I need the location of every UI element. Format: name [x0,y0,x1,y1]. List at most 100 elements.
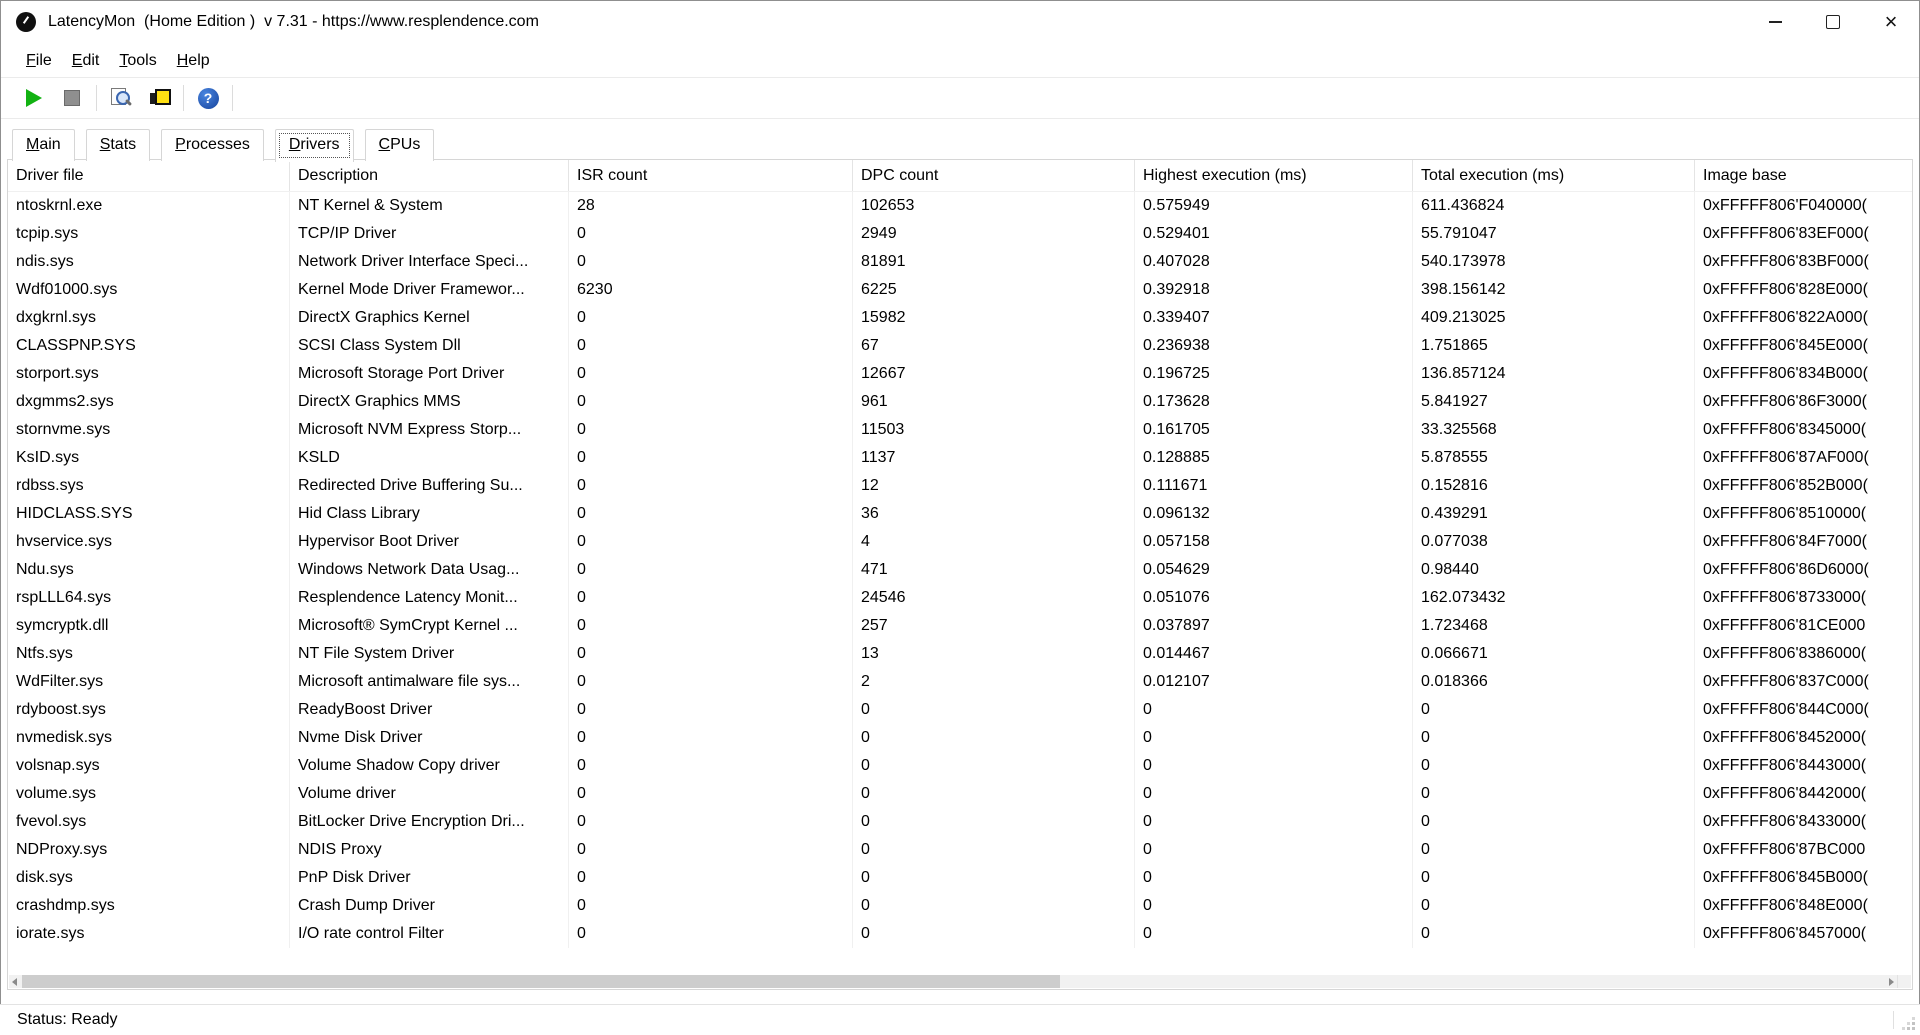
table-cell: 0.018366 [1413,668,1695,696]
toolbar-separator [232,85,233,111]
table-cell: 0xFFFFF806'83EF000( [1695,220,1912,248]
copy-report-button[interactable] [143,83,175,113]
table-cell: 0.051076 [1135,584,1413,612]
table-cell: 0 [569,668,853,696]
window-title: LatencyMon (Home Edition ) v 7.31 - http… [48,13,539,31]
table-cell: 0.152816 [1413,472,1695,500]
table-cell: 1.751865 [1413,332,1695,360]
table-cell: 0xFFFFF806'828E000( [1695,276,1912,304]
table-row[interactable]: symcryptk.dllMicrosoft® SymCrypt Kernel … [8,612,1912,640]
horizontal-scrollbar-thumb[interactable] [22,975,1060,988]
table-row[interactable]: CLASSPNP.SYSSCSI Class System Dll0670.23… [8,332,1912,360]
table-row[interactable]: dxgmms2.sysDirectX Graphics MMS09610.173… [8,388,1912,416]
tab-label: Drivers [289,130,340,160]
table-cell: 0.173628 [1135,388,1413,416]
table-cell: 36 [853,500,1135,528]
column-header-driver-file[interactable]: Driver file [8,160,290,191]
minimize-button[interactable] [1746,0,1804,44]
table-row[interactable]: hvservice.sysHypervisor Boot Driver040.0… [8,528,1912,556]
table-row[interactable]: iorate.sysI/O rate control Filter00000xF… [8,920,1912,948]
table-cell: Microsoft NVM Express Storp... [290,416,569,444]
maximize-button[interactable] [1804,0,1862,44]
help-icon: ? [198,88,219,109]
table-cell: 1137 [853,444,1135,472]
table-row[interactable]: ntoskrnl.exeNT Kernel & System281026530.… [8,192,1912,220]
table-row[interactable]: rspLLL64.sysResplendence Latency Monit..… [8,584,1912,612]
statusbar: Status: Ready [0,1004,1920,1035]
table-row[interactable]: volsnap.sysVolume Shadow Copy driver0000… [8,752,1912,780]
column-header-highest-execution[interactable]: Highest execution (ms) [1135,160,1413,191]
menu-item-help[interactable]: Help [167,49,220,73]
table-cell: 2949 [853,220,1135,248]
column-header-isr-count[interactable]: ISR count [569,160,853,191]
table-row[interactable]: NDProxy.sysNDIS Proxy00000xFFFFF806'87BC… [8,836,1912,864]
table-row[interactable]: rdbss.sysRedirected Drive Buffering Su..… [8,472,1912,500]
tab-main[interactable]: Main [12,129,75,161]
start-monitor-button[interactable] [18,83,50,113]
table-cell: Wdf01000.sys [8,276,290,304]
table-cell: 0 [853,920,1135,948]
tab-processes[interactable]: Processes [161,129,264,161]
tab-drivers[interactable]: Drivers [275,129,354,162]
table-cell: NDIS Proxy [290,836,569,864]
latencymon-window: { "window": { "title": "LatencyMon (Home… [0,0,1920,1035]
table-cell: 0 [1135,808,1413,836]
menu-item-edit[interactable]: Edit [62,49,110,73]
table-cell: 0xFFFFF806'822A000( [1695,304,1912,332]
horizontal-scrollbar[interactable] [9,975,1897,988]
table-row[interactable]: ndis.sysNetwork Driver Interface Speci..… [8,248,1912,276]
scroll-left-icon[interactable] [12,978,17,986]
tab-stats[interactable]: Stats [86,129,150,161]
column-header-total-execution[interactable]: Total execution (ms) [1413,160,1695,191]
table-row[interactable]: disk.sysPnP Disk Driver00000xFFFFF806'84… [8,864,1912,892]
table-cell: 0 [853,724,1135,752]
table-cell: 0xFFFFF806'86D6000( [1695,556,1912,584]
table-row[interactable]: storport.sysMicrosoft Storage Port Drive… [8,360,1912,388]
drivers-panel: Driver file Description ISR count DPC co… [7,159,1913,990]
table-cell: 0.407028 [1135,248,1413,276]
menu-item-file[interactable]: File [16,49,62,73]
table-row[interactable]: WdFilter.sysMicrosoft antimalware file s… [8,668,1912,696]
table-row[interactable]: Wdf01000.sysKernel Mode Driver Framewor.… [8,276,1912,304]
table-row[interactable]: tcpip.sysTCP/IP Driver029490.52940155.79… [8,220,1912,248]
help-button[interactable]: ? [192,83,224,113]
scroll-right-icon[interactable] [1889,978,1894,986]
table-row[interactable]: crashdmp.sysCrash Dump Driver00000xFFFFF… [8,892,1912,920]
table-cell: 102653 [853,192,1135,220]
table-cell: 0xFFFFF806'81CE000 [1695,612,1912,640]
table-cell: 0 [569,640,853,668]
tab-cpus[interactable]: CPUs [365,129,435,161]
stop-monitor-button[interactable] [56,83,88,113]
table-cell: 6230 [569,276,853,304]
column-header-description[interactable]: Description [290,160,569,191]
column-header-dpc-count[interactable]: DPC count [853,160,1135,191]
resize-grip[interactable] [1902,1017,1916,1031]
close-button[interactable]: × [1862,0,1920,44]
table-cell: 0 [1135,864,1413,892]
menu-item-label: Tools [119,52,156,70]
table-cell: 0.161705 [1135,416,1413,444]
table-cell: NT File System Driver [290,640,569,668]
table-cell: 0.054629 [1135,556,1413,584]
table-row[interactable]: nvmedisk.sysNvme Disk Driver00000xFFFFF8… [8,724,1912,752]
table-row[interactable]: volume.sysVolume driver00000xFFFFF806'84… [8,780,1912,808]
column-header-image-base[interactable]: Image base [1695,160,1912,191]
report-button[interactable] [105,83,137,113]
table-row[interactable]: HIDCLASS.SYSHid Class Library0360.096132… [8,500,1912,528]
table-row[interactable]: KsID.sysKSLD011370.1288855.8785550xFFFFF… [8,444,1912,472]
table-cell: 1.723468 [1413,612,1695,640]
tabstrip: Main Stats Processes Drivers CPUs [0,119,1920,161]
table-cell: 0xFFFFF806'8433000( [1695,808,1912,836]
table-row[interactable]: rdyboost.sysReadyBoost Driver00000xFFFFF… [8,696,1912,724]
table-cell: 0xFFFFF806'845B000( [1695,864,1912,892]
menu-item-tools[interactable]: Tools [109,49,166,73]
table-row[interactable]: Ndu.sysWindows Network Data Usag...04710… [8,556,1912,584]
table-cell: stornvme.sys [8,416,290,444]
table-row[interactable]: dxgkrnl.sysDirectX Graphics Kernel015982… [8,304,1912,332]
table-row[interactable]: fvevol.sysBitLocker Drive Encryption Dri… [8,808,1912,836]
table-cell: 0.128885 [1135,444,1413,472]
tab-label: Processes [175,130,250,160]
table-row[interactable]: Ntfs.sysNT File System Driver0130.014467… [8,640,1912,668]
table-row[interactable]: stornvme.sysMicrosoft NVM Express Storp.… [8,416,1912,444]
table-cell: 0xFFFFF806'8345000( [1695,416,1912,444]
